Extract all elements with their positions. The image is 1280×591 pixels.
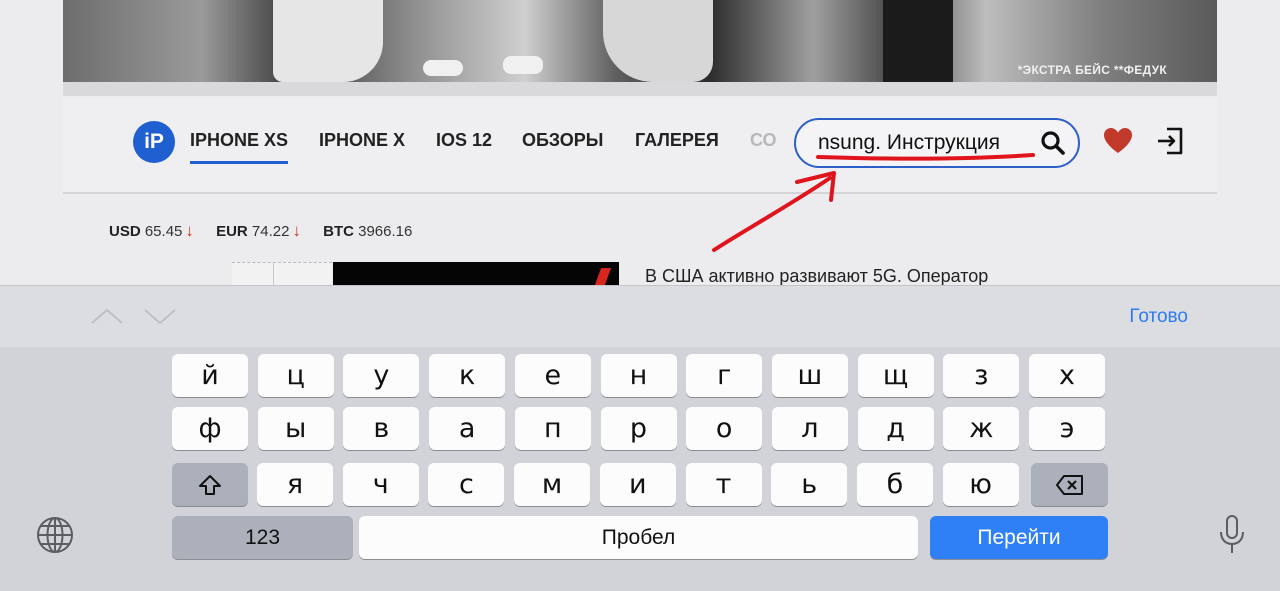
rate-eur: EUR 74.22 ↓: [216, 221, 301, 240]
search-input[interactable]: nsung. Инструкция: [794, 118, 1080, 168]
key-н[interactable]: н: [600, 354, 677, 397]
key-ж[interactable]: ж: [943, 407, 1020, 450]
key-у[interactable]: у: [343, 354, 420, 397]
search-input-value: nsung. Инструкция: [818, 131, 1000, 154]
news-thumbnail[interactable]: [333, 262, 619, 285]
key-и[interactable]: и: [599, 463, 676, 506]
key-я[interactable]: я: [257, 463, 333, 506]
key-в[interactable]: в: [343, 407, 420, 450]
key-э[interactable]: э: [1029, 407, 1105, 450]
microphone-icon[interactable]: [1218, 514, 1246, 556]
key-ш[interactable]: ш: [771, 354, 848, 397]
key-о[interactable]: о: [686, 407, 763, 450]
arrow-down-icon: ↓: [185, 221, 194, 240]
key-ч[interactable]: ч: [342, 463, 419, 506]
key-б[interactable]: б: [856, 463, 933, 506]
key-г[interactable]: г: [686, 354, 763, 397]
key-т[interactable]: т: [685, 463, 762, 506]
nav-item-reviews[interactable]: ОБЗОРЫ: [522, 130, 603, 151]
chevron-down-icon[interactable]: [143, 306, 177, 326]
backspace-icon: [1055, 474, 1083, 495]
key-а[interactable]: а: [429, 407, 506, 450]
key-й[interactable]: й: [172, 354, 248, 397]
nav-item-truncated[interactable]: СО: [750, 130, 777, 151]
currency-rates: USD 65.45 ↓ EUR 74.22 ↓ BTC 3966.16: [109, 221, 430, 241]
key-с[interactable]: с: [428, 463, 505, 506]
arrow-down-icon: ↓: [292, 221, 301, 240]
hero-divider: [63, 82, 1217, 96]
nav-item-gallery[interactable]: ГАЛЕРЕЯ: [635, 130, 719, 151]
key-м[interactable]: м: [514, 463, 591, 506]
key-щ[interactable]: щ: [857, 354, 934, 397]
nav-item-iphone-xs[interactable]: IPHONE XS: [190, 130, 289, 164]
backspace-key[interactable]: [1031, 463, 1108, 506]
web-page: *ЭКСТРА БЕЙС **ФЕДУК iP IPHONE XS IPHONE…: [0, 0, 1280, 287]
side-thumbnail[interactable]: [232, 262, 332, 286]
shift-key[interactable]: [172, 463, 248, 506]
chevron-up-icon[interactable]: [90, 306, 124, 326]
key-з[interactable]: з: [943, 354, 1020, 397]
site-navbar: iP IPHONE XS IPHONE X IOS 12 ОБЗОРЫ ГАЛЕ…: [63, 97, 1217, 194]
rate-usd: USD 65.45 ↓: [109, 221, 194, 240]
key-ю[interactable]: ю: [942, 463, 1019, 506]
shift-icon: [199, 474, 221, 495]
key-д[interactable]: д: [857, 407, 934, 450]
key-ь[interactable]: ь: [771, 463, 848, 506]
logout-icon[interactable]: [1155, 126, 1185, 156]
key-ы[interactable]: ы: [257, 407, 334, 450]
nav-item-ios-12[interactable]: IOS 12: [436, 130, 492, 151]
go-key[interactable]: Перейти: [930, 516, 1108, 559]
key-е[interactable]: е: [514, 354, 591, 397]
search-icon[interactable]: [1040, 130, 1066, 156]
key-п[interactable]: п: [514, 407, 591, 450]
news-title[interactable]: В США активно развивают 5G. Оператор: [645, 266, 988, 287]
hero-image: *ЭКСТРА БЕЙС **ФЕДУК: [63, 0, 1217, 82]
globe-icon[interactable]: [36, 516, 74, 554]
key-ф[interactable]: ф: [172, 407, 248, 450]
heart-icon[interactable]: [1103, 127, 1133, 155]
rate-btc: BTC 3966.16: [323, 223, 413, 240]
nav-item-iphone-x[interactable]: IPHONE X: [319, 130, 405, 151]
key-х[interactable]: х: [1029, 354, 1105, 397]
key-к[interactable]: к: [429, 354, 506, 397]
key-ц[interactable]: ц: [257, 354, 334, 397]
key-р[interactable]: р: [600, 407, 677, 450]
done-button[interactable]: Готово: [1129, 306, 1188, 328]
site-logo[interactable]: iP: [133, 121, 175, 163]
keyboard-accessory-bar: Готово: [0, 285, 1280, 348]
hero-caption: *ЭКСТРА БЕЙС **ФЕДУК: [1017, 63, 1167, 77]
numbers-key[interactable]: 123: [172, 516, 353, 559]
key-л[interactable]: л: [771, 407, 848, 450]
space-key[interactable]: Пробел: [359, 516, 918, 559]
